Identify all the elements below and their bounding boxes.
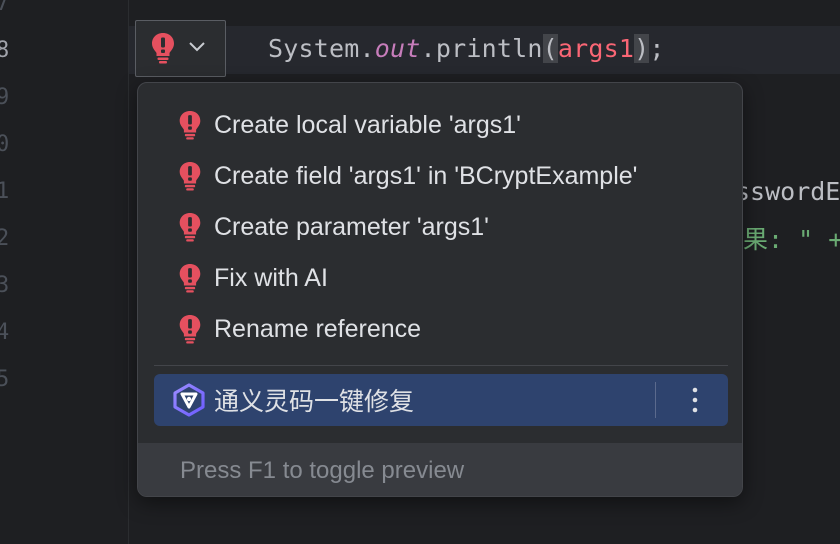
error-bulb-icon [179, 212, 201, 242]
code-fragment: sswordE [735, 177, 840, 206]
line-number: 4 [0, 320, 10, 345]
line-number: 2 [0, 226, 10, 251]
line-number: 5 [0, 367, 10, 392]
more-options-icon[interactable] [680, 382, 710, 418]
error-bulb-icon [179, 263, 201, 293]
code-token-lparen: ( [542, 34, 558, 63]
code-token-rparen: ) [634, 34, 650, 63]
menu-item-create-field[interactable]: Create field 'args1' in 'BCryptExample' [154, 154, 728, 198]
menu-item-label: Fix with AI [214, 263, 328, 292]
error-bulb-icon [179, 110, 201, 140]
preview-hint-text: Press F1 to toggle preview [180, 456, 465, 484]
code-token-class: System [268, 34, 360, 63]
tongyi-lingma-logo-icon [173, 383, 205, 417]
menu-item-fix-with-ai[interactable]: Fix with AI [154, 256, 728, 300]
line-number-current: 8 [0, 38, 10, 63]
menu-item-label: Rename reference [214, 314, 422, 343]
error-bulb-icon [179, 314, 201, 344]
line-number: 3 [0, 273, 10, 298]
menu-item-label: Create parameter 'args1' [214, 212, 489, 241]
line-number: 7 [0, 0, 10, 16]
error-bulb-icon [179, 161, 201, 191]
line-number: 9 [0, 85, 10, 110]
code-token-field: out [374, 34, 421, 63]
menu-item-create-local-variable[interactable]: Create local variable 'args1' [154, 103, 728, 147]
code-token-semicolon: ; [649, 34, 665, 63]
error-bulb-icon [152, 33, 174, 64]
intention-actions-popup: Create local variable 'args1' Create fie… [137, 82, 743, 497]
code-fragment-string: 果: " + [743, 225, 840, 254]
menu-divider [154, 365, 728, 366]
line-number: 1 [0, 179, 10, 204]
menu-item-separator [655, 382, 656, 418]
code-token-dot: . [420, 34, 436, 63]
menu-item-tongyi-one-click-fix[interactable]: 通义灵码一键修复 [154, 374, 728, 426]
line-number: 0 [0, 132, 10, 157]
menu-item-label: Create local variable 'args1' [214, 110, 521, 139]
popup-footer: Press F1 to toggle preview [138, 443, 742, 496]
menu-item-label: 通义灵码一键修复 [214, 388, 415, 416]
code-token-method: println [435, 34, 543, 63]
code-line-current[interactable]: System.out.println(args1); [268, 31, 665, 67]
menu-item-label: Create field 'args1' in 'BCryptExample' [214, 161, 638, 190]
code-token-unresolved-ref: args1 [557, 34, 635, 63]
menu-item-rename-reference[interactable]: Rename reference [154, 307, 728, 351]
intention-actions-button[interactable] [135, 20, 226, 77]
line-number-gutter: 7 8 9 0 1 2 3 4 5 [0, 0, 129, 544]
chevron-down-icon [189, 42, 205, 52]
code-token-dot: . [359, 34, 375, 63]
menu-item-create-parameter[interactable]: Create parameter 'args1' [154, 205, 728, 249]
